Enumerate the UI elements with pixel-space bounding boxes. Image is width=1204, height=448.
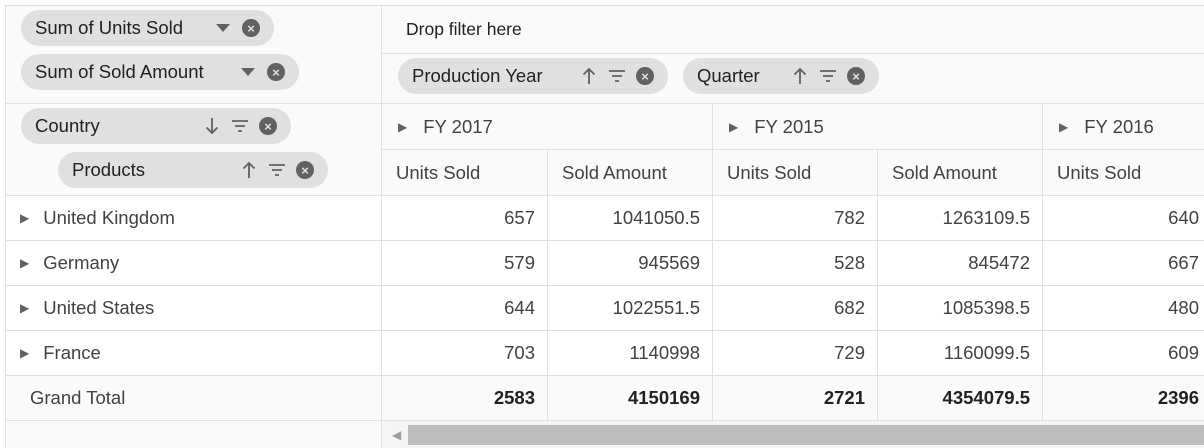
expand-triangle-icon[interactable]: ▶ (20, 256, 29, 270)
expand-triangle-icon[interactable]: ▶ (729, 120, 738, 134)
value-field-sold-amount[interactable]: Sum of Sold Amount × (21, 54, 299, 90)
column-field-label: Production Year (412, 65, 543, 86)
measure-header[interactable]: Sold Amount (548, 150, 713, 196)
close-circle-icon[interactable]: × (634, 65, 656, 87)
row-area: Country × Products × (6, 104, 382, 196)
expand-triangle-icon[interactable]: ▶ (398, 120, 407, 134)
frozen-scroll-spacer (6, 421, 382, 448)
row-header[interactable]: ▶ United Kingdom (6, 196, 382, 241)
column-field-production-year[interactable]: Production Year × (398, 58, 668, 94)
value-field-label: Sum of Sold Amount (35, 61, 204, 82)
value-cell[interactable]: 782 (713, 196, 878, 241)
close-circle-icon[interactable]: × (265, 61, 287, 83)
grand-total-cell[interactable]: 2583 (382, 376, 548, 421)
column-area: Production Year × Quarter × (382, 54, 1204, 104)
value-cell[interactable]: 945569 (548, 241, 713, 286)
value-cell[interactable]: 1160099.5 (878, 331, 1043, 376)
scroll-left-icon[interactable]: ◀ (392, 428, 401, 442)
value-field-label: Sum of Units Sold (35, 17, 184, 38)
row-field-label: Country (35, 115, 100, 136)
grand-total-row-header[interactable]: Grand Total (6, 376, 382, 421)
value-cell[interactable]: 1085398.5 (878, 286, 1043, 331)
grand-total-cell[interactable]: 4354079.5 (878, 376, 1043, 421)
column-field-label: Quarter (697, 65, 760, 86)
value-cell[interactable]: 640 (1043, 196, 1204, 241)
filter-icon[interactable] (817, 65, 839, 87)
value-cell[interactable]: 480 (1043, 286, 1204, 331)
column-header-group[interactable]: ▶ FY 2015 (713, 104, 1043, 150)
row-field-label: Products (72, 159, 146, 180)
row-field-products[interactable]: Products × (58, 152, 328, 188)
column-header-group[interactable]: ▶ FY 2016 (1043, 104, 1204, 150)
row-field-country[interactable]: Country × (21, 108, 291, 144)
value-cell[interactable]: 703 (382, 331, 548, 376)
caret-down-icon[interactable] (237, 61, 259, 83)
expand-triangle-icon[interactable]: ▶ (20, 346, 29, 360)
filter-icon[interactable] (606, 65, 628, 87)
filter-icon[interactable] (229, 115, 251, 137)
values-area: Sum of Units Sold × Sum of Sold Amount × (6, 6, 382, 104)
row-header-label: United Kingdom (43, 207, 175, 228)
row-header[interactable]: ▶ United States (6, 286, 382, 331)
measure-header[interactable]: Units Sold (1043, 150, 1204, 196)
filter-area[interactable]: Drop filter here (382, 6, 1204, 54)
pivot-table: Sum of Units Sold × Sum of Sold Amount ×… (5, 5, 1204, 448)
value-cell[interactable]: 579 (382, 241, 548, 286)
row-header[interactable]: ▶ France (6, 331, 382, 376)
grand-total-cell[interactable]: 2396 (1043, 376, 1204, 421)
close-circle-icon[interactable]: × (257, 115, 279, 137)
close-circle-icon[interactable]: × (240, 17, 262, 39)
horizontal-scrollbar[interactable]: ◀ (382, 421, 1204, 448)
row-header[interactable]: ▶ Germany (6, 241, 382, 286)
value-field-units-sold[interactable]: Sum of Units Sold × (21, 10, 274, 46)
measure-header[interactable]: Sold Amount (878, 150, 1043, 196)
arrow-down-icon[interactable] (201, 115, 223, 137)
measure-header[interactable]: Units Sold (382, 150, 548, 196)
column-header-label: FY 2015 (754, 115, 824, 137)
arrow-up-icon[interactable] (789, 65, 811, 87)
value-cell[interactable]: 609 (1043, 331, 1204, 376)
measure-header[interactable]: Units Sold (713, 150, 878, 196)
close-circle-icon[interactable]: × (294, 159, 316, 181)
filter-icon[interactable] (266, 159, 288, 181)
value-cell[interactable]: 1140998 (548, 331, 713, 376)
expand-triangle-icon[interactable]: ▶ (20, 211, 29, 225)
value-cell[interactable]: 1263109.5 (878, 196, 1043, 241)
row-header-label: United States (43, 297, 155, 318)
value-cell[interactable]: 657 (382, 196, 548, 241)
column-field-quarter[interactable]: Quarter × (683, 58, 879, 94)
value-cell[interactable]: 667 (1043, 241, 1204, 286)
column-header-label: FY 2017 (423, 115, 493, 137)
close-circle-icon[interactable]: × (845, 65, 867, 87)
value-cell[interactable]: 729 (713, 331, 878, 376)
filter-drop-placeholder: Drop filter here (406, 19, 522, 39)
value-cell[interactable]: 528 (713, 241, 878, 286)
value-cell[interactable]: 845472 (878, 241, 1043, 286)
column-header-group[interactable]: ▶ FY 2017 (382, 104, 713, 150)
expand-triangle-icon[interactable]: ▶ (20, 301, 29, 315)
value-cell[interactable]: 644 (382, 286, 548, 331)
arrow-up-icon[interactable] (578, 65, 600, 87)
value-cell[interactable]: 1022551.5 (548, 286, 713, 331)
value-cell[interactable]: 682 (713, 286, 878, 331)
scrollbar-thumb[interactable] (408, 425, 1204, 445)
expand-triangle-icon[interactable]: ▶ (1059, 120, 1068, 134)
arrow-up-icon[interactable] (238, 159, 260, 181)
caret-down-icon[interactable] (212, 17, 234, 39)
grand-total-cell[interactable]: 4150169 (548, 376, 713, 421)
value-cell[interactable]: 1041050.5 (548, 196, 713, 241)
column-header-label: FY 2016 (1084, 115, 1154, 137)
row-header-label: Germany (43, 252, 120, 273)
grand-total-cell[interactable]: 2721 (713, 376, 878, 421)
row-header-label: France (43, 342, 101, 363)
